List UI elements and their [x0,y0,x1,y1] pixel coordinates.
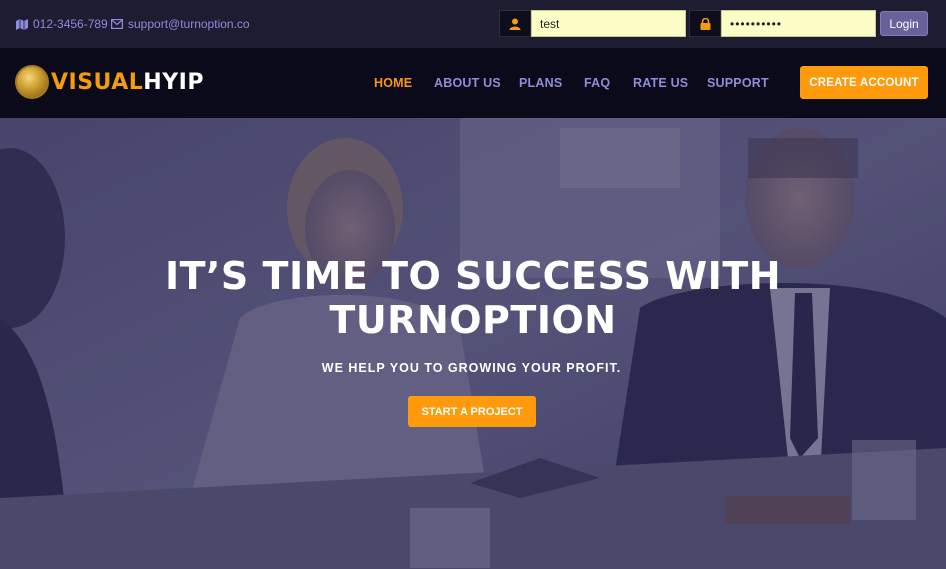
map-icon [16,18,28,30]
site-logo[interactable]: VISUALHYIP [15,65,204,99]
password-input[interactable] [721,10,876,37]
phone-contact: 012-3456-789 [16,17,108,31]
create-account-button[interactable]: CREATE ACCOUNT [800,66,928,99]
user-icon [499,10,531,37]
bitcoin-coin-icon [15,65,49,99]
logo-text: VISUALHYIP [51,70,204,95]
email-contact[interactable]: support@turnoption.co [111,17,250,31]
hero-overlay [0,118,946,569]
top-bar: 012-3456-789 support@turnoption.co Login [0,0,946,48]
lock-icon [689,10,721,37]
hero-title-line1: IT’S TIME TO SUCCESS WITH [164,254,782,298]
nav-support[interactable]: SUPPORT [707,76,769,90]
username-input[interactable] [531,10,686,37]
main-navbar: VISUALHYIP HOME ABOUT US PLANS FAQ RATE … [0,48,946,118]
nav-faq[interactable]: FAQ [584,76,610,90]
nav-plans[interactable]: PLANS [519,76,562,90]
password-group [689,10,876,37]
nav-about-us[interactable]: ABOUT US [434,76,501,90]
hero-title: IT’S TIME TO SUCCESS WITH TURNOPTION [0,254,946,342]
email-text[interactable]: support@turnoption.co [128,17,250,31]
logo-text-part1: VISUAL [51,69,144,95]
username-group [499,10,686,37]
phone-text: 012-3456-789 [33,17,108,31]
envelope-icon [111,19,123,29]
nav-home[interactable]: HOME [374,76,412,90]
logo-text-part2: HYIP [143,69,204,95]
hero-subtitle: WE HELP YOU TO GROWING YOUR PROFIT. [321,361,622,375]
hero-title-line2: TURNOPTION [329,298,617,342]
start-project-button[interactable]: START A PROJECT [408,396,536,427]
nav-rate-us[interactable]: RATE US [633,76,688,90]
login-button[interactable]: Login [880,11,928,36]
hero-section: IT’S TIME TO SUCCESS WITH TURNOPTION WE … [0,118,946,569]
